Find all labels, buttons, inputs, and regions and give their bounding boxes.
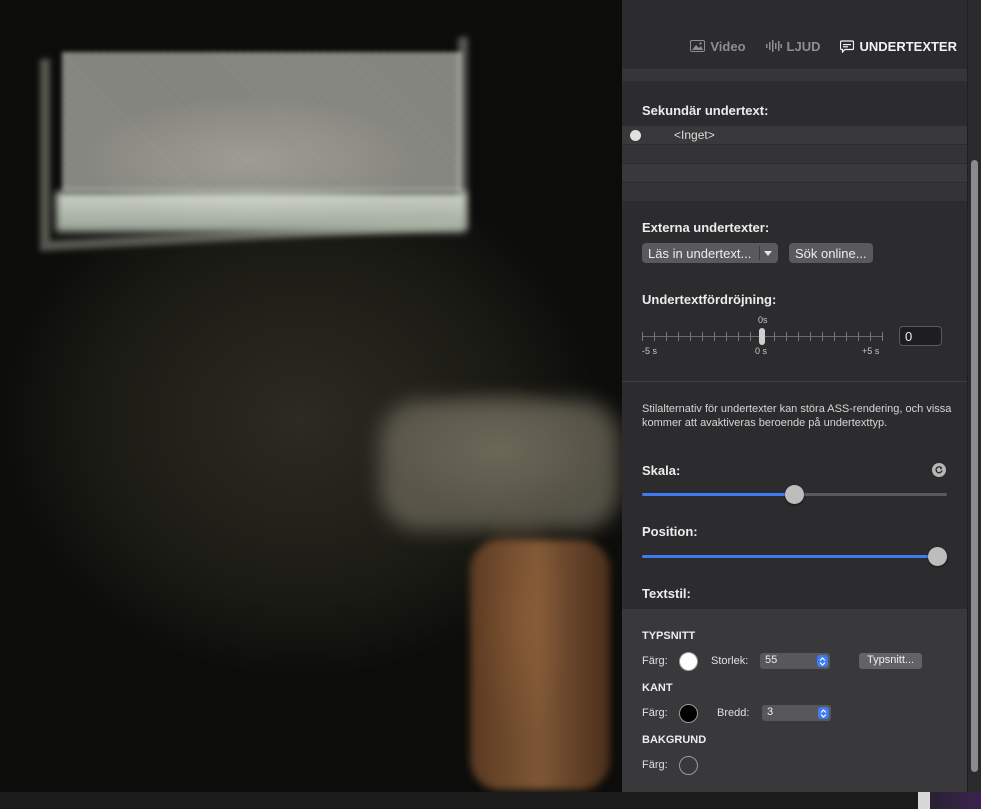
font-picker-button[interactable]: Typsnitt... <box>859 653 923 669</box>
scale-slider-fill <box>642 493 795 496</box>
subtitle-delay-label: Undertextfördröjning: <box>642 292 777 307</box>
scrollbar[interactable] <box>967 0 981 792</box>
search-online-label: Sök online... <box>795 245 867 261</box>
delay-value-field[interactable]: 0 <box>899 326 942 346</box>
border-group-title: KANT <box>642 682 673 694</box>
bottom-strip <box>0 792 981 809</box>
stepper-arrows-icon[interactable] <box>818 707 829 719</box>
tab-subtitles-label: UNDERTEXTER <box>859 38 957 54</box>
delay-slider-tick <box>726 332 727 341</box>
position-label: Position: <box>642 524 698 539</box>
border-color-label: Färg: <box>642 707 668 719</box>
secondary-subtitle-label: Sekundär undertext: <box>642 103 769 118</box>
font-group-title: TYPSNITT <box>642 630 696 642</box>
font-size-stepper[interactable]: 55 <box>760 653 830 669</box>
delay-slider-tick <box>690 332 691 341</box>
delay-slider-tick <box>822 332 823 341</box>
delay-slider-tick <box>714 332 715 341</box>
tab-audio[interactable]: LJUD <box>756 39 831 54</box>
chevron-down-icon <box>764 250 773 256</box>
position-slider-knob[interactable] <box>928 547 947 566</box>
scrollbar-thumb[interactable] <box>971 160 978 772</box>
delay-slider-tick <box>834 332 835 341</box>
border-width-value: 3 <box>767 706 774 718</box>
selected-indicator-icon <box>630 129 641 141</box>
delay-slider-tick <box>702 332 703 341</box>
tab-video-label: Video <box>710 38 746 54</box>
list-item[interactable] <box>622 183 967 202</box>
pillow-shape <box>380 400 620 530</box>
delay-slider-tick <box>738 332 739 341</box>
border-width-label: Bredd: <box>717 707 750 719</box>
reset-icon[interactable] <box>932 463 946 477</box>
border-color-well[interactable] <box>679 704 698 723</box>
text-style-label: Textstil: <box>642 586 691 601</box>
font-color-well[interactable] <box>679 652 698 671</box>
tab-audio-label: LJUD <box>786 38 821 54</box>
speech-bubble-icon <box>840 39 855 53</box>
font-size-label: Storlek: <box>711 655 749 667</box>
scale-slider-knob[interactable] <box>785 485 804 504</box>
background-color-label: Färg: <box>642 759 668 771</box>
list-item[interactable] <box>622 164 967 183</box>
list-item-label: <Inget> <box>674 128 715 142</box>
delay-min-label: -5 s <box>642 346 658 356</box>
scale-slider[interactable] <box>642 485 947 505</box>
image-icon <box>690 40 706 52</box>
background-group-title: BAKGRUND <box>642 734 707 746</box>
scale-label: Skala: <box>642 463 681 478</box>
delay-slider-tick <box>786 332 787 341</box>
delay-slider-tick <box>858 332 859 341</box>
delay-current-label: 0s <box>758 315 768 325</box>
waveform-icon <box>765 40 782 52</box>
secondary-subtitle-list: <Inget> <box>622 126 967 202</box>
delay-slider-tick <box>678 332 679 341</box>
delay-slider-knob[interactable] <box>759 328 765 345</box>
search-online-button[interactable]: Sök online... <box>789 243 873 263</box>
delay-slider-tick <box>846 332 847 341</box>
delay-mid-label: 0 s <box>755 346 768 356</box>
video-frame[interactable] <box>0 0 622 792</box>
delay-slider-tick <box>882 332 883 341</box>
button-separator <box>759 246 761 260</box>
delay-slider-tick <box>798 332 799 341</box>
external-subtitles-label: Externa undertexter: <box>642 220 770 235</box>
top-divider <box>622 69 967 81</box>
subtitle-settings-panel: Video LJUD UNDERTEXTER Sekundär undertex… <box>622 0 981 792</box>
middle-divider <box>622 381 967 382</box>
delay-slider-tick <box>810 332 811 341</box>
delay-slider-tick <box>654 332 655 341</box>
delay-slider-tick <box>774 332 775 341</box>
delay-slider-tick <box>750 332 751 341</box>
stepper-arrows-icon[interactable] <box>817 655 828 667</box>
background-color-well[interactable] <box>679 756 698 775</box>
person-legs-shape <box>470 540 610 790</box>
style-warning-text: Stilalternativ för undertexter kan störa… <box>642 403 952 429</box>
load-subtitle-button[interactable]: Läs in undertext... <box>642 243 779 263</box>
delay-slider-tick <box>666 332 667 341</box>
delay-max-label: +5 s <box>862 346 880 356</box>
text-style-box: TYPSNITT Färg: Storlek: 55 Typsnitt... K… <box>622 609 967 792</box>
list-item[interactable]: <Inget> <box>622 126 967 145</box>
font-color-label: Färg: <box>642 655 668 667</box>
font-size-value: 55 <box>765 654 778 666</box>
load-subtitle-label: Läs in undertext... <box>648 245 752 261</box>
border-width-stepper[interactable]: 3 <box>762 705 831 721</box>
position-slider-fill <box>642 555 938 558</box>
list-item[interactable] <box>622 145 967 164</box>
delay-slider-tick <box>870 332 871 341</box>
tab-subtitles[interactable]: UNDERTEXTER <box>830 39 967 54</box>
position-slider[interactable] <box>642 547 947 567</box>
tab-video[interactable]: Video <box>680 39 755 54</box>
dock-edge <box>918 792 981 809</box>
window-sill <box>56 192 466 232</box>
delay-slider-tick <box>642 332 643 341</box>
tab-bar: Video LJUD UNDERTEXTER <box>622 30 967 62</box>
